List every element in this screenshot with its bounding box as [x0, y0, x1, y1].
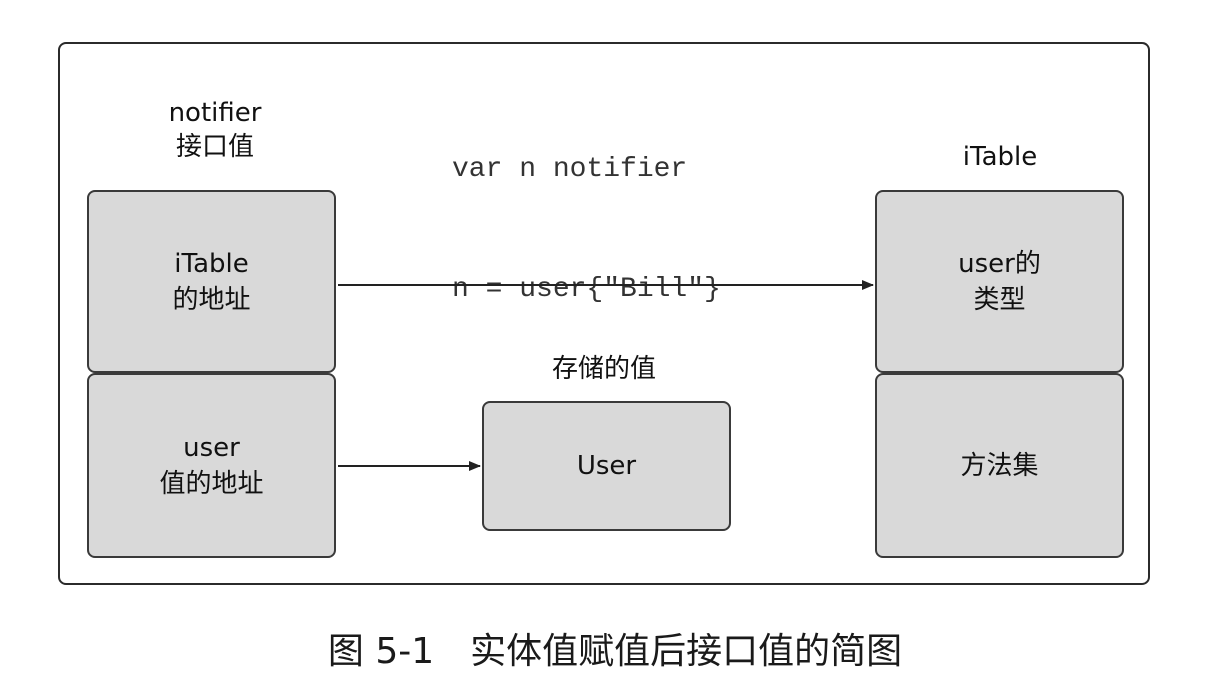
arrows-layer — [338, 280, 874, 471]
figure-caption: 图 5-1 实体值赋值后接口值的简图 — [327, 631, 903, 672]
